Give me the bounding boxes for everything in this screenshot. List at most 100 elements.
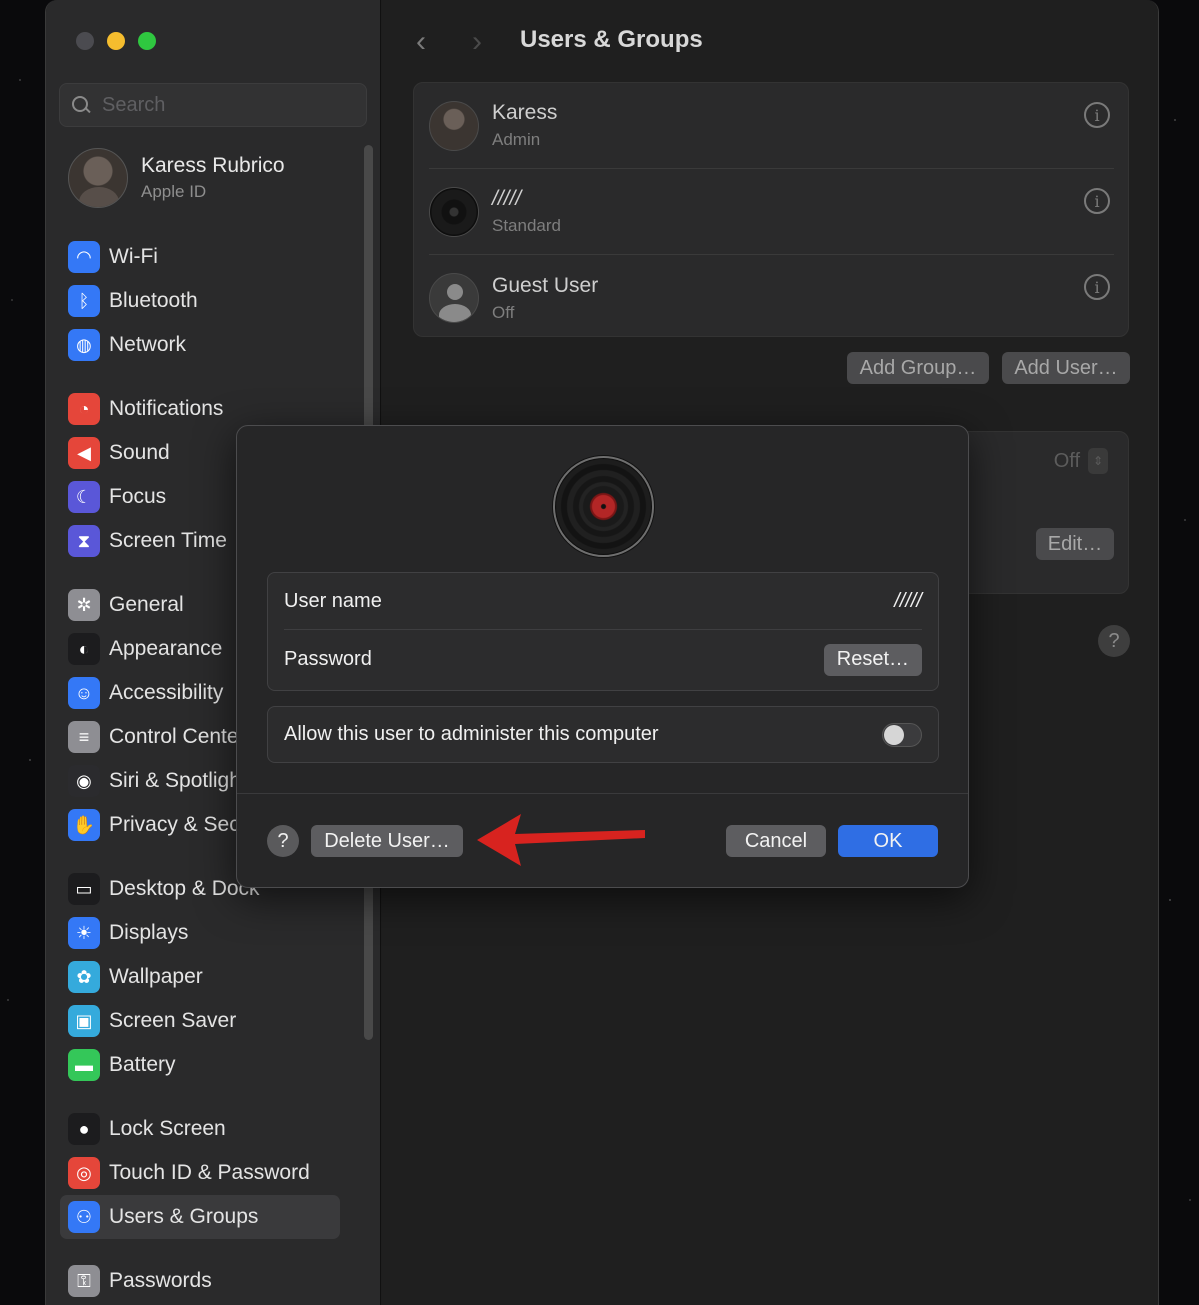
battery-icon: ▬ [68,1049,100,1081]
apple-id-profile[interactable]: Karess Rubrico Apple ID [68,148,285,208]
sidebar-item-label: Screen Saver [109,1009,237,1032]
close-window-button[interactable] [76,32,94,50]
admin-label: Allow this user to administer this compu… [284,723,659,745]
user-row[interactable]: Guest User Off i [429,255,1114,341]
bluetooth-icon: ᛒ [68,285,100,317]
hand-icon: ✋ [68,809,100,841]
screensaver-icon: ▣ [68,1005,100,1037]
sidebar-item-label: Touch ID & Password [109,1161,310,1184]
accessibility-icon: ☺ [68,677,100,709]
toggles-icon: ≡ [68,721,100,753]
user-fields-group: User name ///// Password Reset… [267,572,939,691]
hourglass-icon: ⧗ [68,525,100,557]
sidebar-item-label: Battery [109,1053,176,1076]
sidebar-item-label: Notifications [109,397,224,420]
delete-user-button[interactable]: Delete User… [311,825,463,857]
reset-password-button[interactable]: Reset… [823,643,922,676]
ok-button[interactable]: OK [838,825,938,857]
key-icon: ⚿ [68,1265,100,1297]
user-name: Guest User [492,273,599,297]
sidebar-item-wi-fi[interactable]: ◠ Wi-Fi [68,235,368,279]
sidebar-item-network[interactable]: ◍ Network [68,323,368,367]
users-icon: ⚇ [68,1201,100,1233]
sidebar-item-label: Wi-Fi [109,245,158,268]
siri-icon: ◉ [68,765,100,797]
profile-subtitle: Apple ID [141,182,207,201]
sidebar-item-displays[interactable]: ☀ Displays [68,911,368,955]
user-row[interactable]: ///// Standard i [429,169,1114,255]
sidebar-item-label: Bluetooth [109,289,198,312]
user-role: Standard [492,216,561,235]
user-name: ///// [492,187,522,210]
search-field[interactable] [59,83,367,127]
avatar [429,100,479,151]
sidebar-item-label: Siri & Spotlight [109,769,247,792]
stepper-chevron-icon: ⇕ [1088,448,1108,474]
sun-icon: ☀ [68,917,100,949]
wifi-icon: ◠ [68,241,100,273]
add-user-button[interactable]: Add User… [1002,352,1130,384]
sidebar-item-passwords[interactable]: ⚿ Passwords [68,1259,368,1303]
sidebar-item-label: Displays [109,921,189,944]
profile-name: Karess Rubrico [141,154,285,177]
zoom-window-button[interactable] [138,32,156,50]
annotation-arrow-icon [477,814,645,866]
cancel-button[interactable]: Cancel [726,825,826,857]
avatar [68,148,128,208]
bell-icon: ◔ [68,393,100,425]
admin-row: Allow this user to administer this compu… [267,706,939,763]
admin-toggle[interactable] [882,722,922,747]
sidebar-item-touch-id-password[interactable]: ◎ Touch ID & Password [68,1151,368,1195]
edit-button[interactable]: Edit… [1036,528,1114,560]
info-icon[interactable]: i [1084,188,1110,214]
sidebar-item-bluetooth[interactable]: ᛒ Bluetooth [68,279,368,323]
globe-icon: ◍ [68,329,100,361]
vinyl-record-avatar[interactable] [553,456,654,557]
lock-icon: ● [68,1113,100,1145]
sidebar-item-label: Lock Screen [109,1117,226,1140]
sidebar-item-label: Wallpaper [109,965,203,988]
user-row[interactable]: Karess Admin i [429,83,1114,169]
sidebar-item-label: Users & Groups [109,1205,259,1228]
fingerprint-icon: ◎ [68,1157,100,1189]
sidebar-item-label: Appearance [109,637,223,660]
username-label: User name [284,589,382,612]
search-input[interactable] [102,93,352,117]
sidebar-item-label: Sound [109,441,170,464]
speaker-icon: ◀ [68,437,100,469]
sidebar-item-label: Screen Time [109,529,227,552]
appearance-icon: ◐ [68,633,100,665]
user-role: Admin [492,130,541,149]
info-icon[interactable]: i [1084,102,1110,128]
flower-icon: ✿ [68,961,100,993]
dock-icon: ▭ [68,873,100,905]
sidebar-item-label: Network [109,333,187,356]
auto-login-value: Off [1053,449,1080,472]
add-group-button[interactable]: Add Group… [847,352,989,384]
user-role: Off [492,302,515,322]
search-icon [70,94,92,116]
sidebar-item-label: Passwords [109,1269,212,1292]
minimize-window-button[interactable] [107,32,125,50]
password-label: Password [284,648,372,670]
avatar [429,186,479,237]
divider [237,793,968,794]
window-controls [76,32,156,50]
guest-avatar-icon [429,273,479,323]
sidebar-item-lock-screen[interactable]: ● Lock Screen [68,1107,368,1151]
sidebar-item-label: Focus [109,485,167,508]
sidebar-item-label: Accessibility [109,681,224,704]
sidebar-item-wallpaper[interactable]: ✿ Wallpaper [68,955,368,999]
username-value: ///// [894,589,922,612]
info-icon[interactable]: i [1084,274,1110,300]
sidebar-item-battery[interactable]: ▬ Battery [68,1043,368,1087]
sidebar-item-screen-saver[interactable]: ▣ Screen Saver [68,999,368,1043]
auto-login-select[interactable]: Off ⇕ [1054,448,1108,474]
sidebar-item-label: General [109,593,184,616]
help-button[interactable]: ? [1098,625,1130,657]
sidebar-item-users-groups[interactable]: ⚇ Users & Groups [60,1195,340,1239]
back-chevron-icon[interactable]: ‹ [416,25,426,59]
help-button[interactable]: ? [267,825,299,857]
forward-chevron-icon[interactable]: › [472,25,482,59]
password-row: Password Reset… [284,631,922,688]
